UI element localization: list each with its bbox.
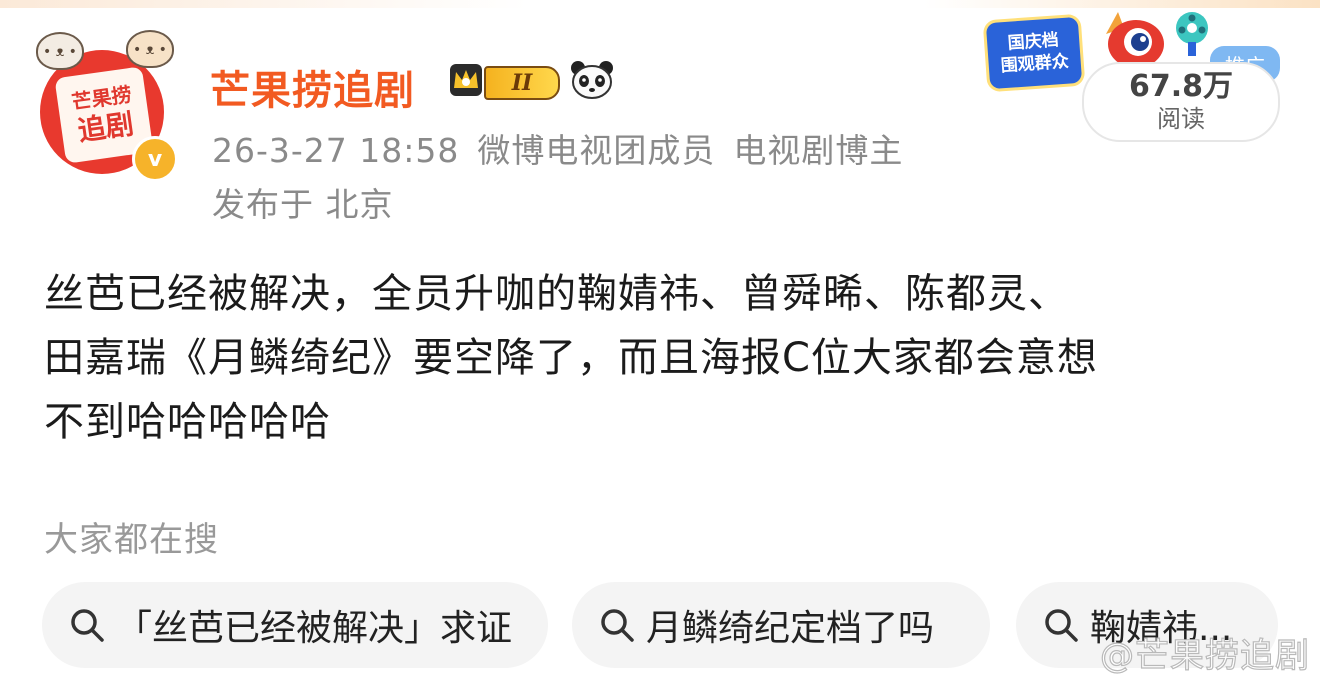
avatar[interactable]: • ᴥ • • ᴥ • 芒果捞 追剧 v: [36, 30, 178, 182]
weibo-eye-icon: [1106, 12, 1164, 68]
verified-icon: v: [132, 136, 178, 182]
panda-icon: [571, 61, 613, 99]
post-location: 发布于 北京: [212, 185, 394, 224]
post-meta: 26-3-27 18:58 微博电视团成员 电视剧博主: [212, 124, 921, 172]
search-section-title: 大家都在搜: [44, 520, 219, 560]
search-chip-label: 月鳞绮纪定档了吗: [646, 608, 935, 649]
promo-badge-line2: 围观群众: [1000, 51, 1070, 77]
author-name[interactable]: 芒果捞追剧: [210, 58, 415, 116]
avatar-text-line2: 追剧: [75, 107, 136, 148]
search-icon: [1045, 609, 1078, 642]
search-chip-label: 「丝芭已经被解决」求证: [116, 608, 513, 649]
read-count-box: 67.8万 阅读: [1082, 62, 1280, 142]
top-gradient: [0, 0, 1320, 8]
crown-icon: [450, 64, 482, 96]
read-label: 阅读: [1157, 105, 1205, 133]
post-text-line: 不到哈哈哈哈哈: [44, 399, 331, 445]
read-count: 67.8万: [1128, 69, 1234, 104]
post-text-line: 田嘉瑞《月鳞绮纪》要空降了，而且海报C位大家都会意想: [44, 335, 1098, 381]
promo-badge[interactable]: 国庆档 围观群众: [985, 16, 1083, 90]
film-icon: [1176, 12, 1208, 56]
post-text: 丝芭已经被解决，全员升咖的鞠婧祎、曾舜晞、陈都灵、 田嘉瑞《月鳞绮纪》要空降了，…: [44, 262, 1284, 454]
level-badge[interactable]: II: [484, 66, 560, 100]
cat-sticker-icon: • ᴥ •: [126, 30, 174, 68]
search-icon: [71, 609, 104, 642]
search-icon: [601, 609, 634, 642]
post-text-line: 丝芭已经被解决，全员升咖的鞠婧祎、曾舜晞、陈都灵、: [44, 271, 1069, 317]
cat-sticker-icon: • ᴥ •: [36, 32, 84, 70]
search-chip[interactable]: 「丝芭已经被解决」求证: [42, 582, 548, 668]
search-chip[interactable]: 月鳞绮纪定档了吗: [572, 582, 990, 668]
post-timestamp: 26-3-27 18:58: [212, 131, 460, 170]
author-tag[interactable]: 电视剧博主: [733, 131, 903, 170]
watermark: @芒果捞追剧: [1099, 635, 1310, 676]
author-tag[interactable]: 微博电视团成员: [477, 131, 715, 170]
